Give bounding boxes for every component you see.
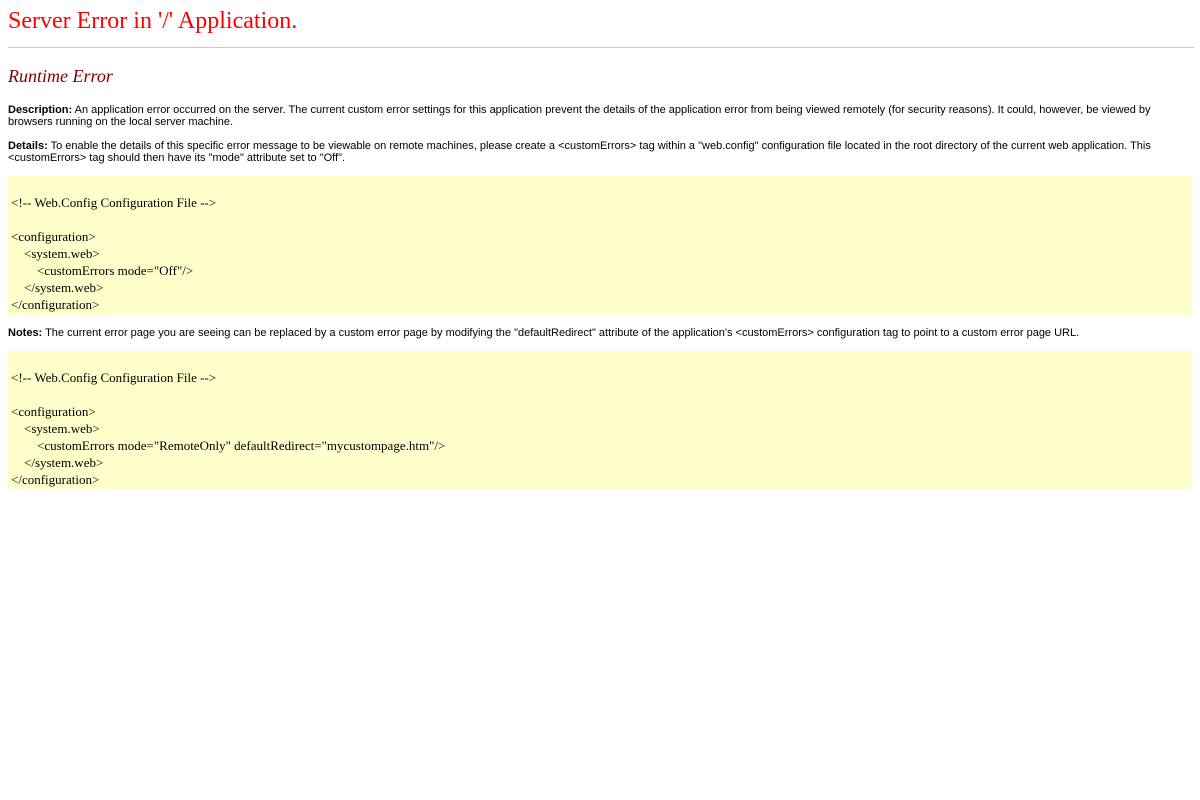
code-line: <configuration> <box>11 404 96 419</box>
description-section: Description: An application error occurr… <box>8 104 1192 128</box>
notes-text: The current error page you are seeing ca… <box>42 327 1080 339</box>
details-label: Details: <box>8 140 48 152</box>
code-line: </system.web> <box>11 455 104 470</box>
code-line: <!-- Web.Config Configuration File --> <box>11 370 217 385</box>
details-section: Details: To enable the details of this s… <box>8 140 1192 164</box>
code-line: </configuration> <box>11 297 100 312</box>
config-code-block-remote: <!-- Web.Config Configuration File --> <… <box>8 351 1192 490</box>
code-line: <customErrors mode="RemoteOnly" defaultR… <box>11 438 446 453</box>
code-line: <!-- Web.Config Configuration File --> <box>11 195 217 210</box>
code-line: <system.web> <box>11 246 100 261</box>
code-line: </configuration> <box>11 472 100 487</box>
error-page: { "page": { "title": "Server Error in '/… <box>0 7 1200 800</box>
code-line: </system.web> <box>11 280 104 295</box>
code-line: <configuration> <box>11 229 96 244</box>
config-code-block-off: <!-- Web.Config Configuration File --> <… <box>8 176 1192 315</box>
code-line: <customErrors mode="Off"/> <box>11 263 194 278</box>
details-text: To enable the details of this specific e… <box>8 140 1151 164</box>
code-line: <system.web> <box>11 421 100 436</box>
description-label: Description: <box>8 104 73 116</box>
notes-section: Notes: The current error page you are se… <box>8 327 1192 339</box>
description-text: An application error occurred on the ser… <box>8 104 1151 128</box>
error-subtitle: Runtime Error <box>8 66 113 86</box>
notes-label: Notes: <box>8 327 43 339</box>
page-title: Server Error in '/' Application. <box>8 8 298 34</box>
title-divider <box>8 47 1194 48</box>
